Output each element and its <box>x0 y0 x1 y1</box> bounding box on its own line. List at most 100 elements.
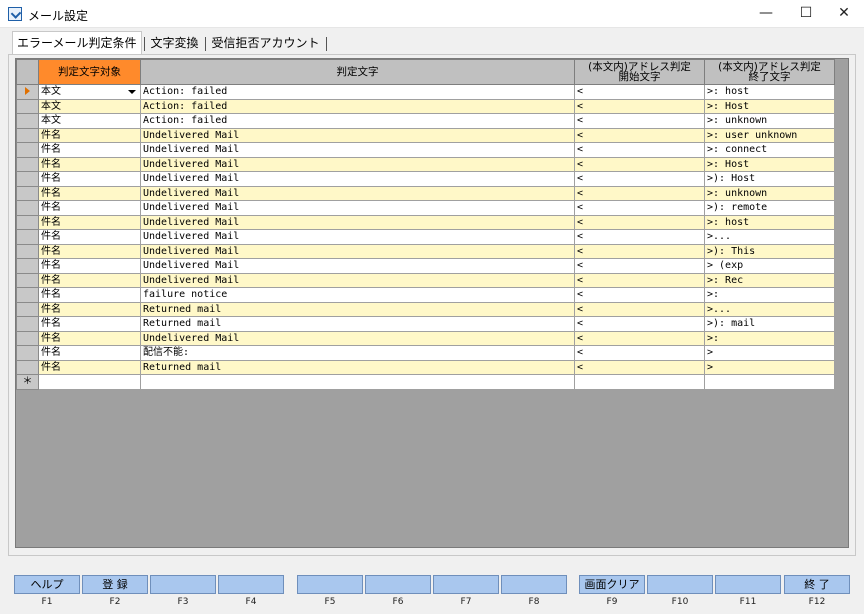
cell-start[interactable]: < <box>574 113 705 129</box>
dropdown-arrow-icon[interactable] <box>128 90 136 95</box>
column-header-match[interactable]: 判定文字 <box>140 59 575 85</box>
new-record-row[interactable]: ＊ <box>16 374 835 390</box>
table-row[interactable]: 件名 Undelivered Mail < > (exp <box>16 258 835 274</box>
table-row[interactable]: 件名 Undelivered Mail < >): This <box>16 243 835 259</box>
cell-end[interactable]: >... <box>704 301 835 317</box>
cell-target[interactable]: 件名 <box>38 345 141 361</box>
row-selector[interactable] <box>16 127 39 143</box>
maximize-button[interactable]: ☐ <box>786 0 826 28</box>
cell-end[interactable]: >: host <box>704 84 835 100</box>
cell-end[interactable]: >: Host <box>704 156 835 172</box>
close-button[interactable]: ✕ <box>824 0 864 28</box>
cell-match[interactable]: Undelivered Mail <box>140 330 575 346</box>
table-row[interactable]: 件名 Undelivered Mail < >): remote <box>16 200 835 216</box>
new-record-cell[interactable] <box>704 374 835 390</box>
cell-end[interactable]: >): mail <box>704 316 835 332</box>
cell-match[interactable]: Undelivered Mail <box>140 185 575 201</box>
cell-match[interactable]: Undelivered Mail <box>140 127 575 143</box>
cell-start[interactable]: < <box>574 229 705 245</box>
table-row[interactable]: 件名 Undelivered Mail < >: host <box>16 214 835 230</box>
row-selector[interactable] <box>16 214 39 230</box>
cell-end[interactable]: >: <box>704 287 835 303</box>
cell-target[interactable]: 件名 <box>38 229 141 245</box>
cell-match[interactable]: Action: failed <box>140 113 575 129</box>
new-record-cell[interactable] <box>574 374 705 390</box>
fkey-f7-button[interactable] <box>433 575 499 594</box>
cell-end[interactable]: >... <box>704 229 835 245</box>
cell-end[interactable]: >: connect <box>704 142 835 158</box>
cell-target[interactable]: 件名 <box>38 301 141 317</box>
table-row[interactable]: 件名 Undelivered Mail < >): Host <box>16 171 835 187</box>
table-row[interactable]: 件名 Returned mail < >): mail <box>16 316 835 332</box>
cell-target[interactable]: 件名 <box>38 287 141 303</box>
cell-target[interactable]: 件名 <box>38 171 141 187</box>
row-selector[interactable] <box>16 287 39 303</box>
cell-target[interactable]: 件名 <box>38 359 141 375</box>
cell-end[interactable]: >: Rec <box>704 272 835 288</box>
column-header-end[interactable]: (本文内)アドレス判定 終了文字 <box>704 59 835 85</box>
cell-match[interactable]: Returned mail <box>140 301 575 317</box>
cell-target[interactable]: 件名 <box>38 185 141 201</box>
row-selector[interactable] <box>16 243 39 259</box>
row-selector[interactable] <box>16 185 39 201</box>
fkey-f4-button[interactable] <box>218 575 284 594</box>
tab-error-mail-conditions[interactable]: エラーメール判定条件 <box>12 31 142 54</box>
cell-start[interactable]: < <box>574 127 705 143</box>
row-selector[interactable] <box>16 272 39 288</box>
cell-start[interactable]: < <box>574 185 705 201</box>
cell-start[interactable]: < <box>574 287 705 303</box>
fkey-f1-button[interactable]: ヘルプ <box>14 575 80 594</box>
row-selector[interactable] <box>16 345 39 361</box>
cell-target[interactable]: 件名 <box>38 243 141 259</box>
cell-start[interactable]: < <box>574 142 705 158</box>
cell-match[interactable]: Undelivered Mail <box>140 243 575 259</box>
cell-match[interactable]: Undelivered Mail <box>140 200 575 216</box>
cell-target[interactable]: 本文 <box>38 98 141 114</box>
new-record-cell[interactable] <box>140 374 575 390</box>
cell-start[interactable]: < <box>574 243 705 259</box>
table-row[interactable]: 件名 Undelivered Mail < >: Rec <box>16 272 835 288</box>
cell-start[interactable]: < <box>574 214 705 230</box>
table-row[interactable]: 件名 配信不能: < > <box>16 345 835 361</box>
cell-start[interactable]: < <box>574 316 705 332</box>
table-row[interactable]: 件名 Undelivered Mail < >: unknown <box>16 185 835 201</box>
cell-match[interactable]: Undelivered Mail <box>140 214 575 230</box>
fkey-f8-button[interactable] <box>501 575 567 594</box>
table-row[interactable]: 件名 Undelivered Mail < >: user unknown <box>16 127 835 143</box>
cell-target[interactable]: 件名 <box>38 127 141 143</box>
cell-match[interactable]: Undelivered Mail <box>140 142 575 158</box>
cell-target[interactable]: 件名 <box>38 156 141 172</box>
row-selector[interactable] <box>16 330 39 346</box>
cell-start[interactable]: < <box>574 330 705 346</box>
row-selector[interactable] <box>16 229 39 245</box>
column-header-start[interactable]: (本文内)アドレス判定 開始文字 <box>574 59 705 85</box>
cell-match[interactable]: Action: failed <box>140 84 575 100</box>
cell-start[interactable]: < <box>574 156 705 172</box>
cell-target[interactable]: 本文 <box>38 84 141 100</box>
cell-start[interactable]: < <box>574 258 705 274</box>
cell-end[interactable]: >): Host <box>704 171 835 187</box>
cell-target[interactable]: 件名 <box>38 200 141 216</box>
cell-end[interactable]: > <box>704 345 835 361</box>
cell-match[interactable]: Returned mail <box>140 359 575 375</box>
cell-match[interactable]: Undelivered Mail <box>140 272 575 288</box>
cell-end[interactable]: > <box>704 359 835 375</box>
cell-target[interactable]: 件名 <box>38 214 141 230</box>
cell-target[interactable]: 件名 <box>38 258 141 274</box>
cell-match[interactable]: Undelivered Mail <box>140 171 575 187</box>
cell-end[interactable]: >: <box>704 330 835 346</box>
row-selector[interactable] <box>16 171 39 187</box>
new-record-marker[interactable]: ＊ <box>16 374 39 390</box>
table-row[interactable]: 本文 Action: failed < >: Host <box>16 98 835 114</box>
cell-target[interactable]: 件名 <box>38 316 141 332</box>
table-row[interactable]: 件名 Undelivered Mail < >: Host <box>16 156 835 172</box>
table-row[interactable]: 件名 Undelivered Mail < >: <box>16 330 835 346</box>
table-row[interactable]: 本文 Action: failed < >: unknown <box>16 113 835 129</box>
cell-start[interactable]: < <box>574 345 705 361</box>
row-selector[interactable] <box>16 156 39 172</box>
cell-end[interactable]: >: host <box>704 214 835 230</box>
fkey-f2-button[interactable]: 登 録 <box>82 575 148 594</box>
cell-start[interactable]: < <box>574 171 705 187</box>
cell-match[interactable]: Action: failed <box>140 98 575 114</box>
cell-end[interactable]: >): remote <box>704 200 835 216</box>
